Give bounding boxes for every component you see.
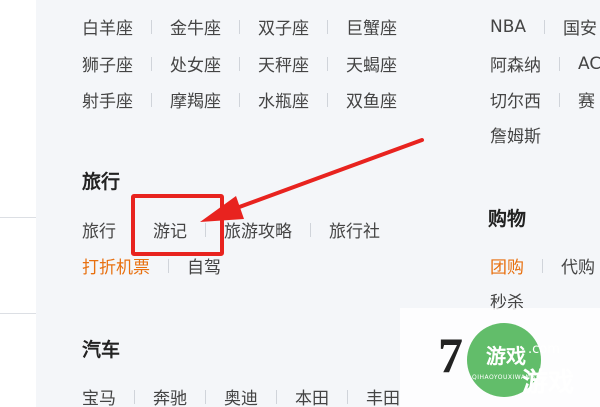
sports-row: 阿森纳 AC [490,51,600,77]
link-zodiac[interactable]: 双鱼座 [346,87,397,112]
link-zodiac[interactable]: 天秤座 [258,51,309,76]
link-car-brand[interactable]: 丰田 [366,384,400,407]
link-zodiac[interactable]: 摩羯座 [170,87,221,112]
zodiac-row: 射手座 摩羯座 水瓶座 双鱼座 [82,87,397,112]
link-zodiac[interactable]: 射手座 [82,87,133,112]
link-zodiac[interactable]: 双子座 [258,14,309,39]
link-sports[interactable]: 赛 [578,87,595,112]
zodiac-row: 狮子座 处女座 天秤座 天蝎座 [82,51,397,76]
separator [559,92,560,107]
section-title-shopping: 购物 [488,208,527,230]
separator [347,389,348,404]
link-travel-agency[interactable]: 旅行社 [329,217,380,242]
link-zodiac[interactable]: 水瓶座 [258,87,309,112]
link-zodiac[interactable]: 巨蟹座 [346,14,397,39]
separator [276,389,277,404]
link-sports[interactable]: 詹姆斯 [490,122,541,147]
left-panel [0,0,36,407]
separator [310,222,311,237]
link-purchase-agent[interactable]: 代购 [561,253,595,278]
separator [327,19,328,34]
section-title-car: 汽车 [82,339,121,361]
link-zodiac[interactable]: 处女座 [170,51,221,76]
shopping-row: 团购 代购 [490,253,595,278]
left-panel-segment [0,0,36,218]
link-travel[interactable]: 旅行 [82,217,116,242]
separator [239,56,240,71]
separator [327,92,328,107]
link-car-brand[interactable]: 奥迪 [224,384,258,407]
sports-row: 切尔西 赛 [490,87,595,112]
separator [542,258,543,273]
link-zodiac[interactable]: 金牛座 [170,14,221,39]
link-car-brand[interactable]: 本田 [295,384,329,407]
separator [151,92,152,107]
link-sports[interactable]: 切尔西 [490,87,541,112]
sports-row: 詹姆斯 [490,122,541,147]
separator [151,56,152,71]
sports-row: NBA 国安 [490,14,597,40]
link-sports[interactable]: AC [578,54,600,74]
link-zodiac[interactable]: 狮子座 [82,51,133,76]
link-car-brand[interactable]: 奔驰 [153,384,187,407]
annotation-highlight-box [131,194,224,256]
link-car-brand[interactable]: 宝马 [82,384,116,407]
separator [205,389,206,404]
watermark-number: 7 [438,327,463,383]
separator [239,19,240,34]
watermark-domain: .com [528,342,560,357]
link-discount-flights[interactable]: 打折机票 [82,253,150,278]
section-title-travel: 旅行 [82,171,121,193]
watermark-brand: 游戏 [486,344,526,368]
link-sports[interactable]: 阿森纳 [490,51,541,76]
link-self-drive[interactable]: 自驾 [187,253,221,278]
link-sports[interactable]: NBA [490,17,526,37]
travel-row: 打折机票 自驾 [82,253,221,278]
separator [544,19,546,34]
left-panel-segment [0,313,36,407]
link-sports[interactable]: 国安 [563,14,597,39]
link-zodiac[interactable]: 白羊座 [82,14,133,39]
separator [239,92,240,107]
separator [134,389,135,404]
travel-row: 旅行 游记 旅游攻略 旅行社 [82,217,380,242]
zodiac-row: 白羊座 金牛座 双子座 巨蟹座 [82,14,397,39]
watermark-brand: 游戏 [522,368,575,398]
separator [559,56,560,71]
separator [327,56,328,71]
link-group-buy[interactable]: 团购 [490,253,524,278]
link-zodiac[interactable]: 天蝎座 [346,51,397,76]
separator [168,258,169,273]
link-travel-guide[interactable]: 旅游攻略 [224,217,292,242]
separator [151,19,152,34]
car-row: 宝马 奔驰 奥迪 本田 丰田 [82,384,400,407]
